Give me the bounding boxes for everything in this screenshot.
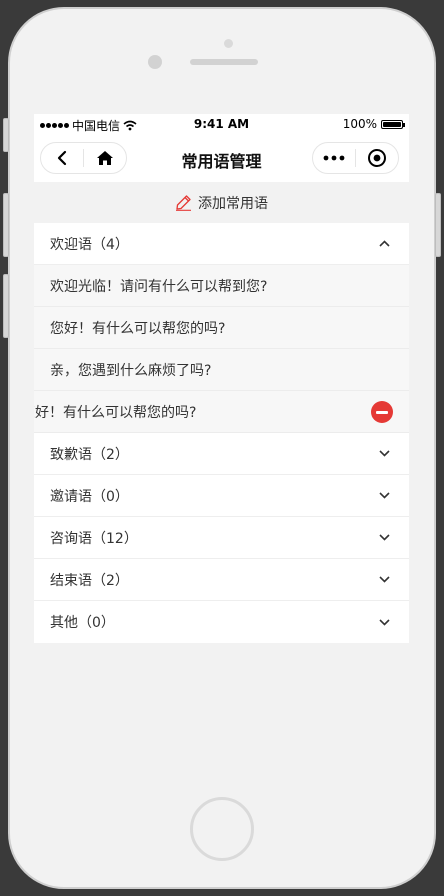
volume-down-button xyxy=(3,274,9,338)
phrase-text: 您好！有什么可以帮您的吗? xyxy=(50,320,226,337)
phrase-text: 您好！有什么可以帮您的吗? xyxy=(34,404,197,421)
chevron-down-icon xyxy=(377,573,391,587)
phrase-item[interactable]: 您好！有什么可以帮您的吗? xyxy=(34,307,409,349)
battery-percent: 100% xyxy=(342,117,377,131)
nav-bar: 常用语管理 xyxy=(34,134,409,182)
phrase-item-swiped[interactable]: 您好！有什么可以帮您的吗? xyxy=(34,391,409,433)
group-title: 其他（0） xyxy=(50,615,115,631)
phrase-text: 亲，您遇到什么麻烦了吗? xyxy=(50,362,212,379)
delete-phrase-button[interactable] xyxy=(371,401,393,423)
nav-right-capsule xyxy=(312,142,399,174)
home-button[interactable] xyxy=(190,797,254,861)
group-header-other[interactable]: 其他（0） xyxy=(34,601,409,643)
battery-icon xyxy=(381,119,405,129)
group-header-inquiry[interactable]: 咨询语（12） xyxy=(34,517,409,559)
group-title: 结束语（2） xyxy=(50,572,129,589)
group-header-welcome[interactable]: 欢迎语（4） xyxy=(34,223,409,265)
group-title: 邀请语（0） xyxy=(50,488,129,505)
group-header-invitation[interactable]: 邀请语（0） xyxy=(34,475,409,517)
mute-switch xyxy=(3,118,9,152)
chevron-down-icon xyxy=(377,531,391,545)
more-dots-icon xyxy=(323,155,345,161)
power-button xyxy=(435,193,441,257)
phrase-item[interactable]: 亲，您遇到什么麻烦了吗? xyxy=(34,349,409,391)
volume-up-button xyxy=(3,193,9,257)
pencil-icon xyxy=(176,195,191,211)
front-camera xyxy=(148,55,162,69)
chevron-down-icon xyxy=(377,447,391,461)
chevron-down-icon xyxy=(377,615,391,629)
phrase-groups-list: 欢迎语（4） 欢迎光临！请问有什么可以帮到您? 您好！有什么可以帮您的吗? 亲，… xyxy=(34,223,409,643)
group-title: 咨询语（12） xyxy=(50,530,138,547)
add-phrase-label: 添加常用语 xyxy=(198,195,268,212)
phrase-item[interactable]: 欢迎光临！请问有什么可以帮到您? xyxy=(34,265,409,307)
target-circle-icon xyxy=(368,149,386,167)
group-title: 欢迎语（4） xyxy=(50,236,129,253)
group-header-closing[interactable]: 结束语（2） xyxy=(34,559,409,601)
chevron-down-icon xyxy=(377,489,391,503)
chevron-up-icon xyxy=(377,237,391,251)
status-bar: 中国电信 9:41 AM 100% xyxy=(34,114,409,134)
app-screen: 中国电信 9:41 AM 100% 常用语管理 添加常用语 欢迎语（4） 欢迎光… xyxy=(34,114,409,780)
earpiece-speaker xyxy=(190,59,258,65)
more-button[interactable] xyxy=(313,143,355,173)
front-sensor xyxy=(224,39,233,48)
phrase-text: 欢迎光临！请问有什么可以帮到您? xyxy=(50,278,268,295)
group-title: 致歉语（2） xyxy=(50,446,129,463)
close-miniprogram-button[interactable] xyxy=(356,143,398,173)
add-phrase-button[interactable]: 添加常用语 xyxy=(34,182,409,223)
group-header-apology[interactable]: 致歉语（2） xyxy=(34,433,409,475)
